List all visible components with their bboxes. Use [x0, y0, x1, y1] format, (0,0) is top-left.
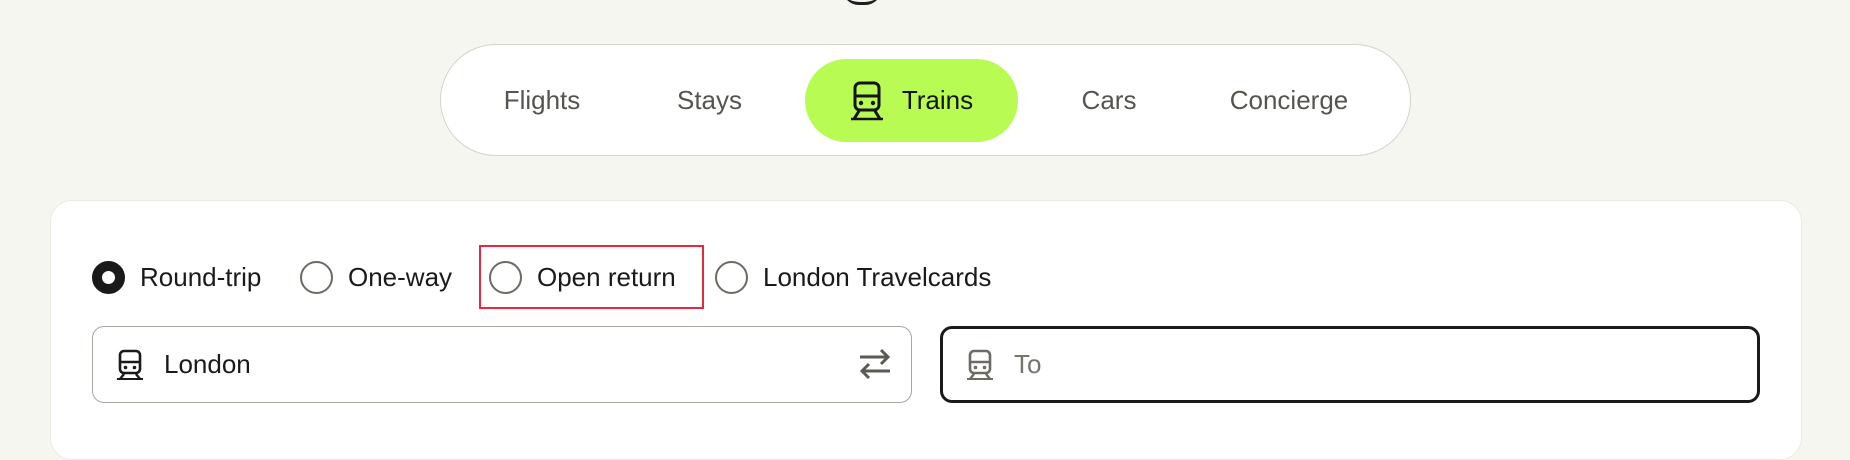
open-return-radio[interactable] — [489, 260, 522, 294]
logo-partial — [842, 0, 882, 5]
london-travelcards-label: London Travelcards — [763, 261, 992, 292]
tab-stays[interactable]: Stays — [637, 59, 782, 142]
tab-trains[interactable]: Trains — [805, 59, 1018, 142]
tab-stays-label: Stays — [676, 85, 743, 115]
train-icon — [117, 349, 143, 380]
to-station-input[interactable] — [1014, 349, 1714, 380]
product-tabs: Flights Stays Trains Cars Concierge — [440, 44, 1411, 156]
train-icon — [967, 349, 993, 380]
train-icon — [850, 81, 883, 120]
tab-concierge[interactable]: Concierge — [1199, 59, 1379, 142]
tab-trains-label: Trains — [901, 85, 974, 115]
one-way-radio[interactable] — [300, 260, 333, 294]
from-station-value: London — [164, 349, 251, 379]
trip-type-one-way[interactable]: One-way — [300, 258, 452, 296]
london-travelcards-radio[interactable] — [715, 260, 748, 294]
tab-flights-label: Flights — [503, 85, 581, 115]
round-trip-radio[interactable] — [92, 260, 125, 294]
to-station-field[interactable] — [940, 326, 1760, 403]
tab-flights[interactable]: Flights — [472, 59, 612, 142]
swap-arrows-icon[interactable] — [857, 347, 893, 381]
from-station-field[interactable]: London — [92, 326, 912, 403]
trip-type-round-trip[interactable]: Round-trip — [92, 258, 261, 296]
trip-type-london-travelcards[interactable]: London Travelcards — [715, 258, 991, 296]
open-return-label: Open return — [537, 261, 676, 292]
trip-type-open-return[interactable]: Open return — [489, 258, 676, 296]
tab-concierge-label: Concierge — [1229, 85, 1349, 115]
tab-cars[interactable]: Cars — [1044, 59, 1174, 142]
one-way-label: One-way — [348, 261, 453, 292]
tab-cars-label: Cars — [1081, 85, 1137, 115]
round-trip-label: Round-trip — [140, 261, 262, 292]
